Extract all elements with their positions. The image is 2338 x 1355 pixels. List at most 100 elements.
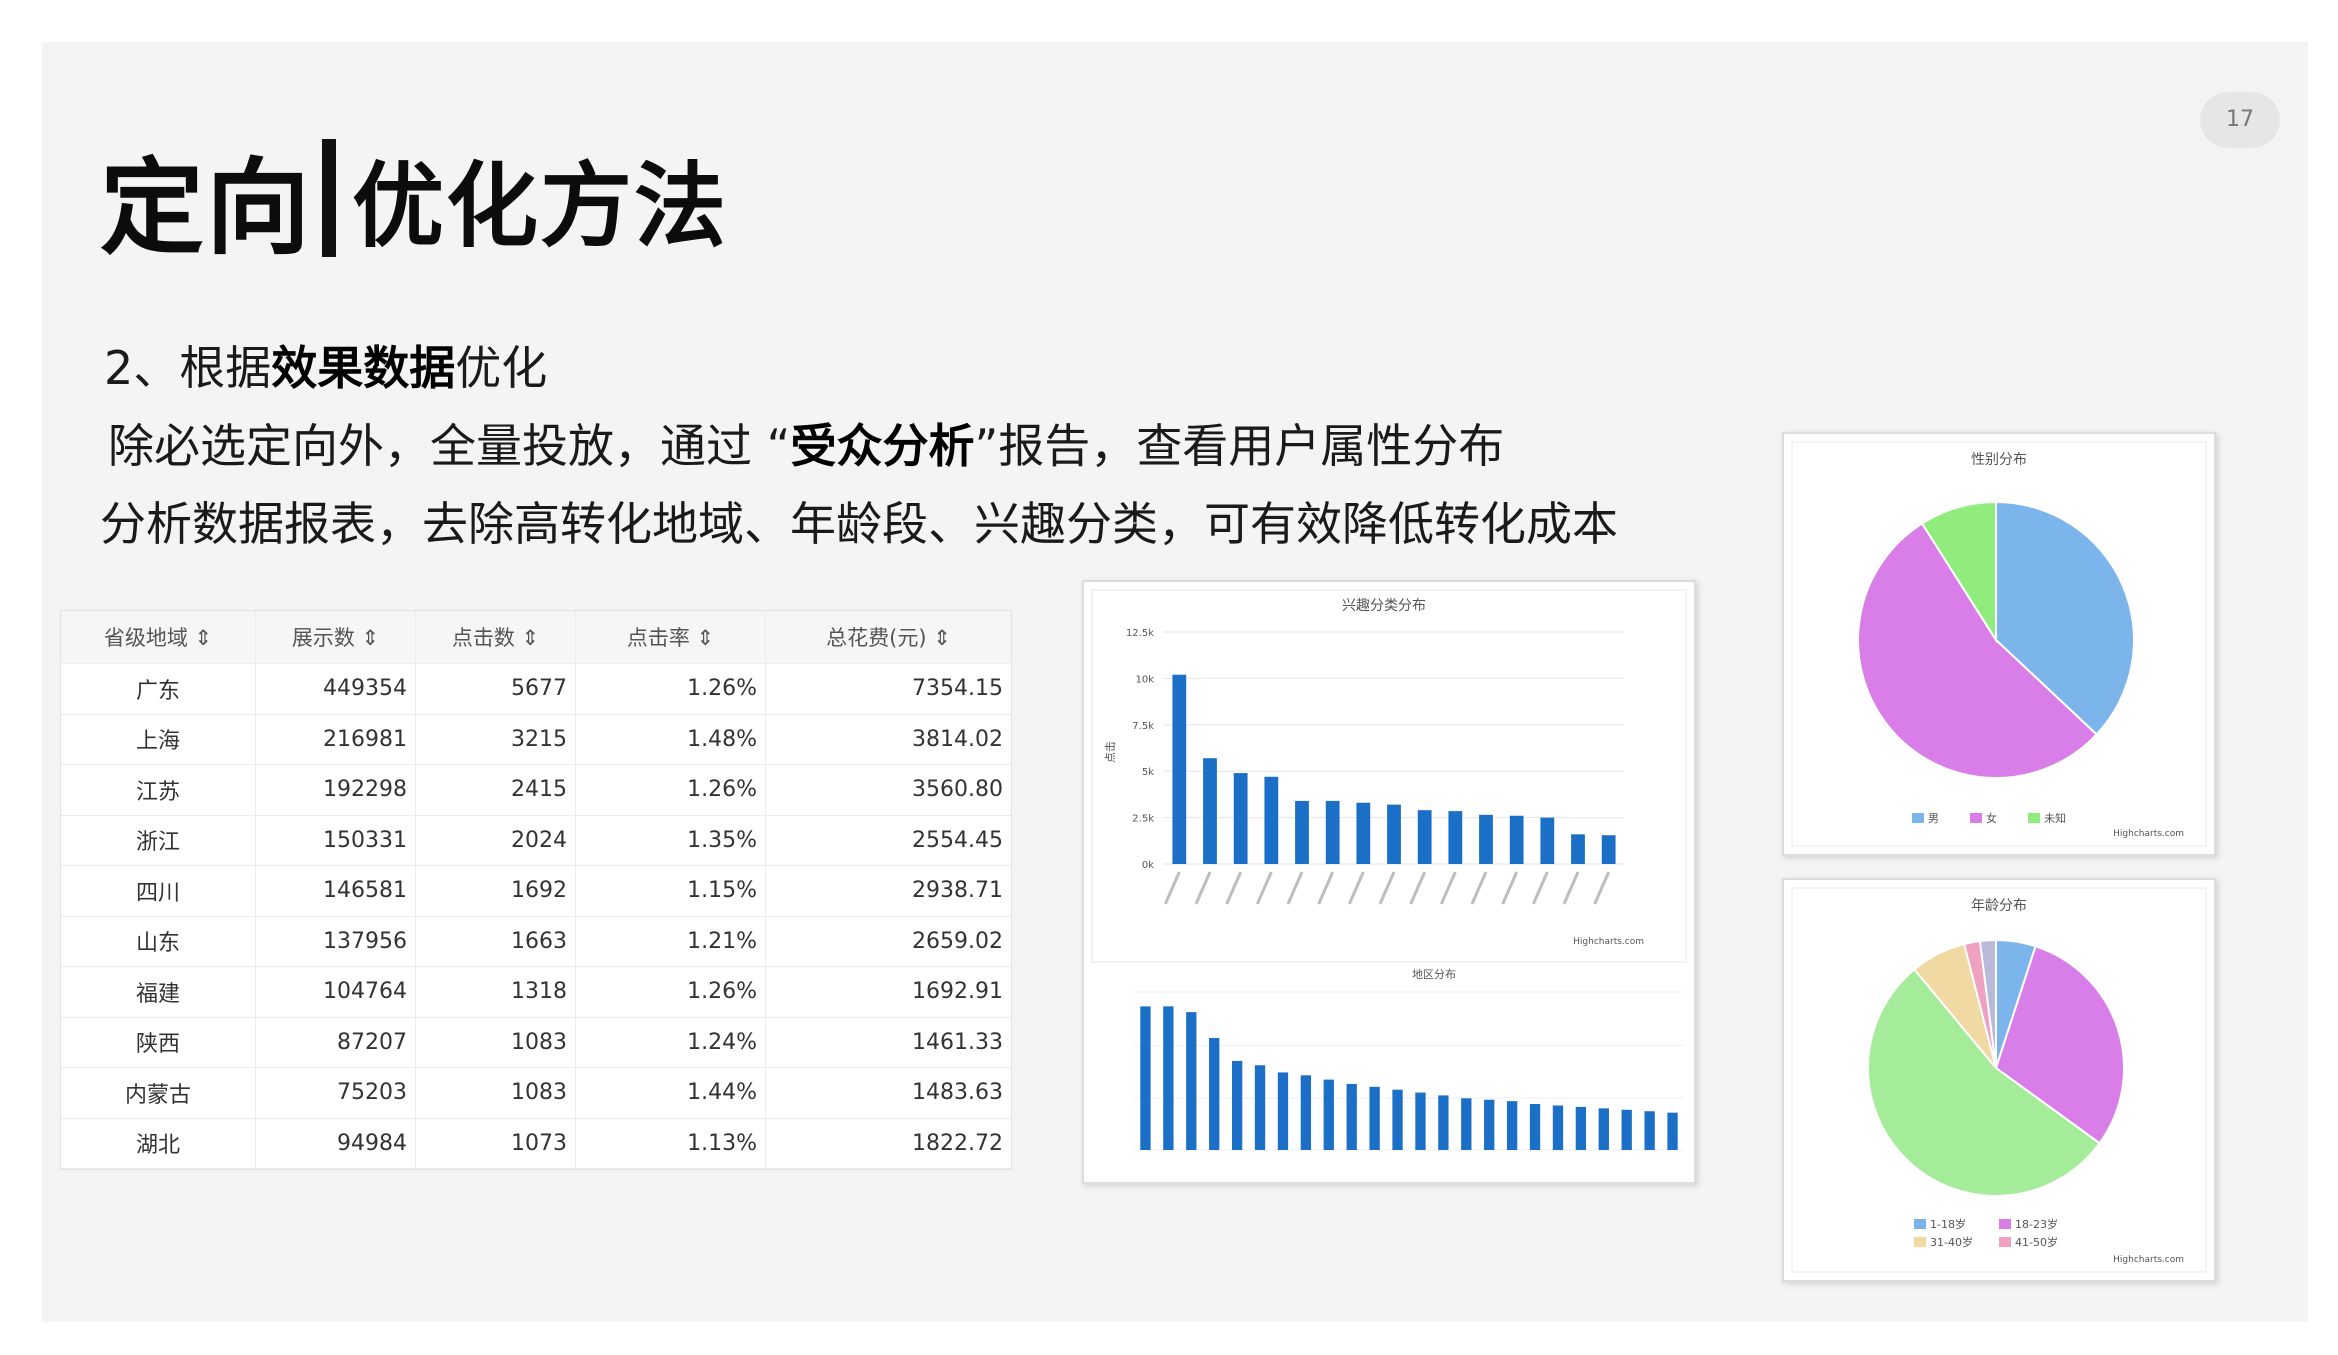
bar — [1571, 834, 1585, 864]
table-cell: 192298 — [256, 765, 416, 815]
bar — [1644, 1111, 1655, 1150]
table-cell: 福建 — [61, 967, 256, 1017]
table-cell: 1.48% — [576, 714, 766, 764]
bar — [1461, 1098, 1472, 1150]
bar — [1231, 1060, 1243, 1150]
page-number-badge: 17 — [2200, 92, 2280, 148]
chart-credit: Highcharts.com — [2113, 1255, 2184, 1265]
table-cell: 3215 — [416, 714, 576, 764]
table-cell: 146581 — [256, 866, 416, 916]
table-cell: 3814.02 — [912, 726, 1003, 752]
table-cell: 浙江 — [61, 815, 256, 865]
gender-pie-panel: 性别分布男 女 未知 Highcharts.com — [1782, 432, 2216, 856]
table-cell: 1083 — [416, 1068, 576, 1118]
legend-label: 41-50岁 — [2015, 1235, 2058, 1249]
age-pie-svg: 年龄分布 1-18岁 18-23岁 31-40岁 41-50岁 Highcharts.co… — [1791, 887, 2207, 1273]
legend-label: 1-18岁 — [1930, 1217, 1966, 1231]
table-cell: 陕西 — [61, 1017, 256, 1067]
table-row: 浙江 150331 2024 1.35% 2554.45 — [61, 815, 1011, 866]
legend-label: 女 — [1986, 811, 1997, 825]
table-cell: 1.26% — [576, 765, 766, 815]
section-bold: 效果数据 — [271, 341, 456, 395]
column-header[interactable]: 总花费(元) ⇕ — [766, 611, 1011, 663]
table-cell: 1318 — [416, 967, 576, 1017]
bar — [1448, 811, 1463, 864]
table-cell: 1073 — [416, 1118, 576, 1168]
bar — [1438, 1095, 1449, 1150]
table-cell: 1461.33 — [912, 1029, 1003, 1055]
region-data-table: 省级地域 ⇕ 展示数 ⇕ 点击数 ⇕ 点击率 ⇕ 总花费(元) ⇕ 广东 449354 567… — [60, 610, 1012, 1170]
legend-swatch — [1912, 813, 1924, 823]
body-line-2: 分析数据报表，去除高转化地域、年龄段、兴趣分类，可有效降低转化成本 — [100, 497, 1618, 551]
table-cell: 湖北 — [61, 1118, 256, 1168]
y-axis-label: 点击 — [1104, 741, 1117, 763]
bar — [1540, 817, 1555, 864]
table-cell: 7354.15 — [912, 676, 1003, 702]
table-cell: 1.15% — [576, 866, 766, 916]
column-header[interactable]: 点击数 ⇕ — [416, 611, 576, 663]
bar — [1509, 815, 1524, 864]
section-suffix: 优化 — [455, 341, 548, 395]
column-header[interactable]: 省级地域 ⇕ — [61, 611, 256, 663]
section-prefix: 2、根据 — [104, 341, 272, 395]
table-cell: 1.24% — [576, 1017, 766, 1067]
bar — [1369, 1086, 1380, 1150]
bar — [1484, 1099, 1495, 1150]
bar — [1356, 802, 1371, 864]
section-heading: 2、根据效果数据优化 — [104, 332, 547, 398]
table-row: 上海 216981 3215 1.48% 3814.02 — [61, 714, 1011, 765]
column-header[interactable]: 点击率 ⇕ — [576, 611, 766, 663]
title-divider — [322, 139, 337, 257]
table-row: 福建 104764 1318 1.26% 1692.91 — [61, 967, 1011, 1018]
bar — [1140, 1006, 1151, 1150]
column-header[interactable]: 展示数 ⇕ — [256, 611, 416, 663]
table-cell: 1.26% — [576, 967, 766, 1017]
table-cell: 5677 — [416, 664, 576, 714]
legend-swatch — [1914, 1219, 1926, 1229]
gender-pie-svg: 性别分布男 女 未知 Highcharts.com — [1791, 441, 2207, 847]
bar — [1186, 1012, 1197, 1150]
legend-swatch — [1999, 1219, 2011, 1229]
table-cell: 2024 — [416, 815, 576, 865]
table-row: 湖北 94984 1073 1.13% 1822.72 — [61, 1118, 1011, 1169]
chart-title: 地区分布 — [1412, 968, 1456, 981]
table-cell: 3560.80 — [912, 777, 1003, 803]
bar — [1621, 1109, 1632, 1150]
chart-title: 年龄分布 — [1971, 898, 2027, 914]
table-header-row: 省级地域 ⇕ 展示数 ⇕ 点击数 ⇕ 点击率 ⇕ 总花费(元) ⇕ — [61, 611, 1011, 664]
age-pie-panel: 年龄分布 1-18岁 18-23岁 31-40岁 41-50岁 Highcharts.co… — [1782, 878, 2216, 1282]
bar — [1601, 835, 1616, 864]
table-row: 江苏 192298 2415 1.26% 3560.80 — [61, 765, 1011, 816]
bar — [1163, 1006, 1174, 1150]
slide-title: 定向 优化方法 — [100, 138, 728, 269]
body-line-1-post: ”报告，查看用户属性分布 — [974, 419, 1505, 473]
table-cell: 广东 — [61, 664, 256, 714]
bar-charts-svg: 兴趣分类分布 0k 2.5k 5k 7.5k 10k 12.5k 点击 Highcharts.c… — [1091, 589, 1687, 1151]
bar — [1552, 1105, 1564, 1150]
bar — [1323, 1079, 1334, 1150]
table-cell: 江苏 — [61, 765, 256, 815]
table-row: 广东 449354 5677 1.26% 7354.15 — [61, 664, 1011, 715]
bar — [1598, 1108, 1609, 1150]
y-tick-label: 12.5k — [1126, 628, 1154, 639]
table-cell: 87207 — [256, 1017, 416, 1067]
title-sub: 优化方法 — [352, 152, 729, 260]
bar — [1264, 776, 1279, 864]
table-cell: 山东 — [61, 916, 256, 966]
bar — [1203, 758, 1217, 864]
y-tick-label: 5k — [1142, 767, 1154, 778]
table-cell: 内蒙古 — [61, 1068, 256, 1118]
legend-swatch — [1914, 1237, 1926, 1247]
table-cell: 1.21% — [576, 916, 766, 966]
table-cell: 1663 — [416, 916, 576, 966]
table-cell: 1692 — [416, 866, 576, 916]
legend-swatch — [2028, 813, 2040, 823]
legend-swatch — [1970, 813, 1982, 823]
table-cell: 1483.63 — [912, 1080, 1003, 1106]
bar-charts-panel: 兴趣分类分布 0k 2.5k 5k 7.5k 10k 12.5k 点击 Highcharts.c… — [1082, 580, 1696, 1184]
bar — [1209, 1037, 1220, 1150]
y-tick-label: 0k — [1142, 860, 1154, 871]
bar — [1529, 1104, 1541, 1150]
table-cell: 1.44% — [576, 1068, 766, 1118]
bar — [1254, 1065, 1266, 1150]
